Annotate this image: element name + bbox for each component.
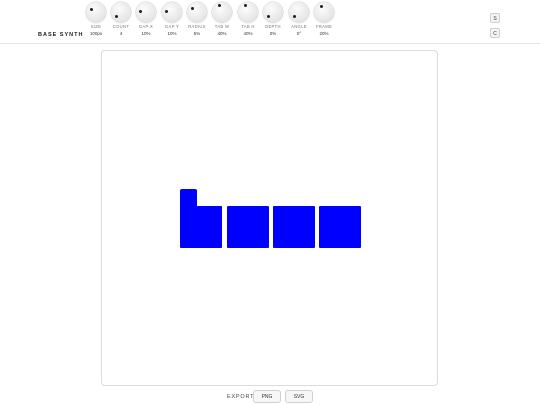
control-value: 10% bbox=[141, 30, 151, 36]
control-value: 40% bbox=[243, 30, 253, 36]
frame-knob-icon[interactable] bbox=[314, 2, 334, 22]
control-value: 100px bbox=[89, 30, 103, 36]
app-title: BASE SYNTH bbox=[38, 32, 84, 38]
gap-x-knob-icon[interactable] bbox=[136, 2, 156, 22]
export-label: EXPORT bbox=[227, 394, 255, 400]
preview-canvas bbox=[101, 50, 438, 386]
control-value: 0% bbox=[269, 30, 277, 36]
control-frame[interactable]: FRAME 20% bbox=[311, 2, 337, 36]
control-label: RADIUS bbox=[188, 24, 206, 29]
control-label: TAB H bbox=[241, 24, 255, 29]
export-png-button[interactable]: PNG bbox=[253, 390, 281, 403]
tab-h-knob-icon[interactable] bbox=[238, 2, 258, 22]
angle-knob-icon[interactable] bbox=[289, 2, 309, 22]
control-label: TAB W bbox=[214, 24, 230, 29]
radius-knob-icon[interactable] bbox=[187, 2, 207, 22]
control-gap-x[interactable]: GAP X 10% bbox=[133, 2, 159, 36]
control-tab-h[interactable]: TAB H 40% bbox=[235, 2, 261, 36]
control-label: DEPTH bbox=[265, 24, 281, 29]
control-value: 0° bbox=[296, 30, 302, 36]
control-size[interactable]: SIZE 100px bbox=[83, 2, 109, 36]
gap-y-knob-icon[interactable] bbox=[162, 2, 182, 22]
control-value: 4 bbox=[119, 30, 123, 36]
control-depth[interactable]: DEPTH 0% bbox=[260, 2, 286, 36]
control-label: GAP Y bbox=[164, 24, 180, 29]
control-angle[interactable]: ANGLE 0° bbox=[286, 2, 312, 36]
control-value: 5% bbox=[193, 30, 201, 36]
control-label: COUNT bbox=[112, 24, 130, 29]
block-shape bbox=[227, 206, 269, 248]
size-knob-icon[interactable] bbox=[86, 2, 106, 22]
control-count[interactable]: COUNT 4 bbox=[108, 2, 134, 36]
control-label: FRAME bbox=[315, 24, 333, 29]
depth-knob-icon[interactable] bbox=[263, 2, 283, 22]
block-tab-shape bbox=[180, 189, 197, 207]
tab-w-knob-icon[interactable] bbox=[212, 2, 232, 22]
save-button[interactable]: S bbox=[490, 13, 500, 23]
control-value: 10% bbox=[167, 30, 177, 36]
count-knob-icon[interactable] bbox=[111, 2, 131, 22]
tabbed-block-shape bbox=[180, 206, 222, 248]
control-radius[interactable]: RADIUS 5% bbox=[184, 2, 210, 36]
clear-button[interactable]: C bbox=[490, 28, 500, 38]
control-gap-y[interactable]: GAP Y 10% bbox=[159, 2, 185, 36]
top-toolbar: BASE SYNTH SIZE 100px COUNT 4 GAP X 10% … bbox=[0, 0, 540, 44]
control-value: 40% bbox=[217, 30, 227, 36]
block-shape bbox=[273, 206, 315, 248]
block-shape bbox=[319, 206, 361, 248]
control-tab-w[interactable]: TAB W 40% bbox=[209, 2, 235, 36]
control-value: 20% bbox=[319, 30, 329, 36]
control-label: GAP X bbox=[138, 24, 154, 29]
control-label: SIZE bbox=[90, 24, 102, 29]
control-label: ANGLE bbox=[291, 24, 307, 29]
export-svg-button[interactable]: SVG bbox=[285, 390, 313, 403]
